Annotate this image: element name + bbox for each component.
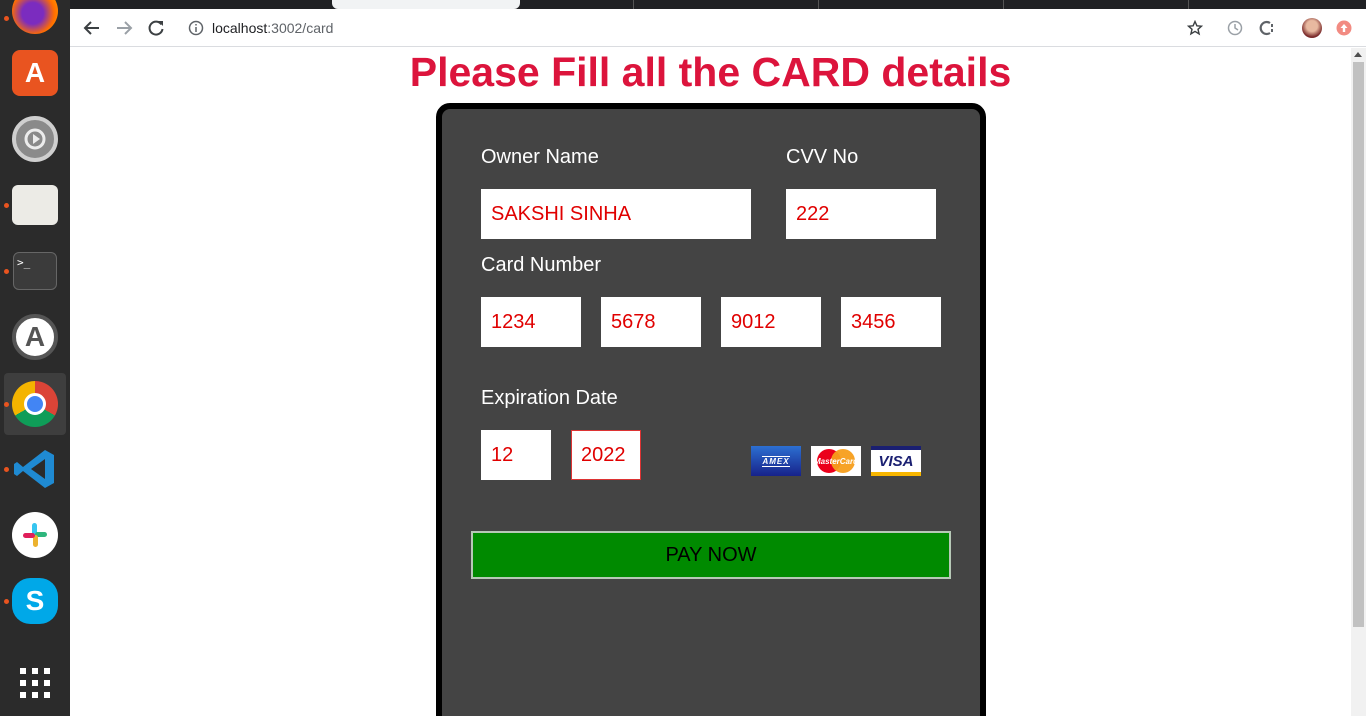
dock-settings[interactable] <box>0 108 70 170</box>
software-updater-icon: A <box>12 314 58 360</box>
running-indicator <box>4 402 9 407</box>
page-title: Please Fill all the CARD details <box>409 49 1012 95</box>
page-scrollbar[interactable] <box>1351 48 1366 716</box>
dock-show-apps[interactable] <box>0 652 70 714</box>
terminal-icon: >_ <box>13 252 57 290</box>
dock-slack[interactable] <box>0 504 70 566</box>
extension-button[interactable] <box>1257 18 1277 38</box>
arrow-right-icon <box>117 21 133 35</box>
ubuntu-dock: A >_ A S <box>0 0 70 716</box>
amex-logo: AMEX <box>751 446 801 476</box>
owner-name-input[interactable]: SAKSHI SINHA <box>481 189 751 239</box>
skype-icon: S <box>12 578 58 624</box>
exp-month-input[interactable]: 12 <box>481 430 551 480</box>
expiration-date-label: Expiration Date <box>481 387 618 409</box>
update-button[interactable] <box>1334 18 1354 38</box>
tab-divider <box>818 0 819 9</box>
url-host: localhost <box>212 20 268 36</box>
running-indicator <box>4 467 9 472</box>
address-bar[interactable]: localhost:3002/card <box>178 13 1218 43</box>
dock-software-updater[interactable]: A <box>0 306 70 368</box>
card-number-input-2[interactable]: 5678 <box>601 297 701 347</box>
dock-skype[interactable]: S <box>0 570 70 632</box>
page-viewport: Please Fill all the CARD details Owner N… <box>70 48 1351 716</box>
browser-toolbar: localhost:3002/card <box>70 9 1366 47</box>
card-form-panel: Owner Name CVV No SAKSHI SINHA 222 Card … <box>436 103 986 716</box>
forward-button[interactable] <box>112 16 136 40</box>
star-icon <box>1187 20 1203 36</box>
dock-software-center[interactable]: A <box>0 42 70 104</box>
tab-divider <box>633 0 634 9</box>
software-center-icon: A <box>12 50 58 96</box>
slack-icon <box>12 512 58 558</box>
url-path: :3002/card <box>267 20 334 36</box>
card-number-label: Card Number <box>481 254 602 276</box>
visa-logo: VISA <box>871 446 921 476</box>
arrow-left-icon <box>83 21 99 35</box>
bookmark-button[interactable] <box>1185 18 1205 38</box>
dock-firefox[interactable] <box>0 0 70 42</box>
show-apps-icon <box>20 668 50 698</box>
owner-name-label: Owner Name <box>481 146 599 168</box>
reload-icon <box>148 20 164 36</box>
extension-button[interactable] <box>1225 18 1245 38</box>
cvv-input[interactable]: 222 <box>786 189 936 239</box>
cvv-label: CVV No <box>786 146 859 168</box>
dock-terminal[interactable]: >_ <box>0 240 70 302</box>
visa-logo-text: VISA <box>878 452 914 470</box>
chrome-icon <box>12 381 58 427</box>
tab-strip <box>70 0 1366 9</box>
tab-divider <box>1188 0 1189 9</box>
mastercard-logo: MasterCard <box>811 446 861 476</box>
card-number-input-1[interactable]: 1234 <box>481 297 581 347</box>
back-button[interactable] <box>80 16 104 40</box>
url-text[interactable]: localhost:3002/card <box>212 20 333 36</box>
amex-logo-text: AMEX <box>762 455 790 467</box>
dock-chrome[interactable] <box>4 373 66 435</box>
reload-button[interactable] <box>144 16 168 40</box>
extension-timer-icon <box>1227 20 1243 36</box>
dock-files[interactable] <box>0 174 70 236</box>
exp-year-input[interactable]: 2022 <box>571 430 641 480</box>
card-number-input-4[interactable]: 3456 <box>841 297 941 347</box>
vscode-icon <box>12 446 58 492</box>
firefox-icon <box>12 0 58 34</box>
info-icon[interactable] <box>188 20 204 36</box>
settings-icon <box>12 116 58 162</box>
mastercard-logo-text: MasterCard <box>813 456 858 466</box>
update-arrow-icon <box>1336 20 1352 36</box>
running-indicator <box>4 599 9 604</box>
card-number-input-3[interactable]: 9012 <box>721 297 821 347</box>
running-indicator <box>4 203 9 208</box>
scrollbar-thumb[interactable] <box>1353 62 1364 627</box>
dock-vscode[interactable] <box>0 438 70 500</box>
tab-active[interactable] <box>332 0 520 9</box>
profile-button[interactable] <box>1302 18 1322 38</box>
running-indicator <box>4 269 9 274</box>
pay-now-button[interactable]: PAY NOW <box>471 531 951 579</box>
running-indicator <box>4 16 9 21</box>
extension-c-icon <box>1259 20 1273 36</box>
avatar <box>1302 18 1322 38</box>
scroll-up-arrow-icon[interactable] <box>1354 52 1362 57</box>
tab-divider <box>1003 0 1004 9</box>
files-icon <box>12 185 58 225</box>
